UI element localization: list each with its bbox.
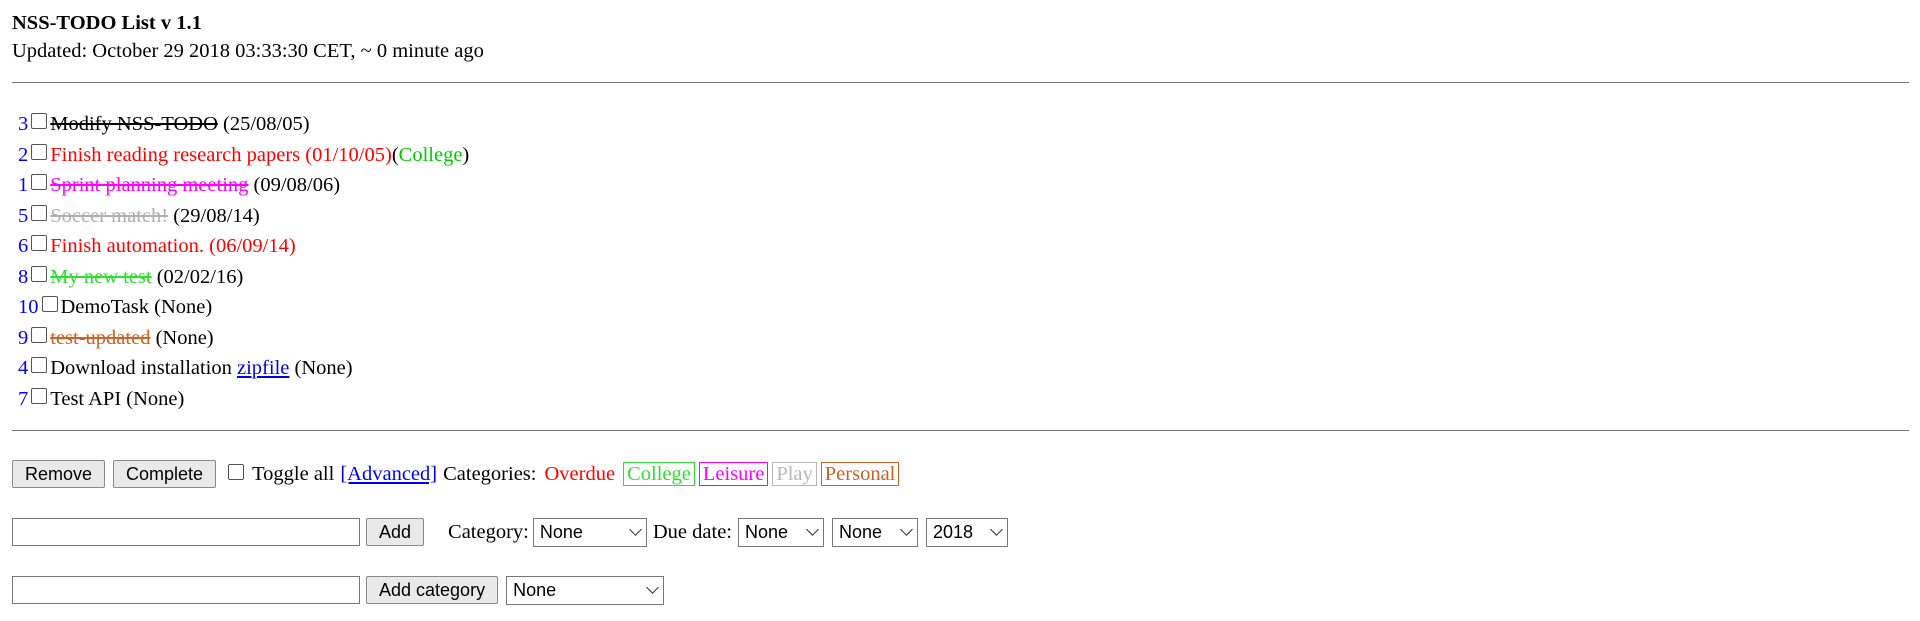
chevron-down-icon <box>629 523 642 536</box>
divider <box>12 430 1909 431</box>
task-number: 8 <box>18 265 29 288</box>
category-chip[interactable]: Personal <box>820 461 900 486</box>
add-category-button[interactable]: Add category <box>366 576 499 604</box>
year-select[interactable]: 2018 <box>926 517 1008 547</box>
year-select-value: 2018 <box>933 521 974 542</box>
task-row: 10 DemoTask (None) <box>12 292 1908 323</box>
task-number: 4 <box>18 357 29 379</box>
chevron-down-icon <box>646 581 659 594</box>
remove-button[interactable]: Remove <box>12 460 106 488</box>
task-text: Download installation <box>50 357 232 379</box>
due-date-label: Due date: <box>652 520 732 543</box>
task-row: 6 Finish automation. (06/09/14) <box>12 231 1908 262</box>
task-date: (None) <box>126 387 185 410</box>
chevron-down-icon <box>900 523 913 536</box>
toggle-all-checkbox[interactable] <box>228 464 245 480</box>
categories-label: Categories: <box>443 462 537 485</box>
category-select-value: None <box>539 521 583 542</box>
task-checkbox[interactable] <box>31 357 48 374</box>
category-chip[interactable]: Leisure <box>698 461 769 486</box>
task-checkbox[interactable] <box>31 174 48 191</box>
day-select[interactable]: None <box>738 517 824 547</box>
task-number: 6 <box>18 235 29 257</box>
task-text: Soccer match! <box>50 204 169 227</box>
task-input[interactable] <box>12 518 360 546</box>
task-date: (02/02/16) <box>156 265 244 288</box>
task-text: test-updated <box>50 326 151 349</box>
task-row: 9 test-updated (None) <box>12 323 1908 354</box>
paren: ) <box>462 143 470 166</box>
task-category: College <box>398 143 463 166</box>
add-button[interactable]: Add <box>366 518 425 546</box>
task-date: (None) <box>294 357 353 379</box>
task-checkbox[interactable] <box>31 387 48 404</box>
task-row: 3 Modify NSS-TODO (25/08/05) <box>12 109 1908 140</box>
category-color-select-value: None <box>513 579 557 600</box>
task-checkbox[interactable] <box>41 296 58 313</box>
category-chip[interactable]: Play <box>772 461 817 486</box>
task-text: My new test <box>50 265 152 288</box>
updated-text: Updated: October 29 2018 03:33:30 CET, ~… <box>12 40 484 62</box>
task-number: 3 <box>18 113 29 135</box>
toggle-all-label: Toggle all <box>252 462 335 485</box>
paren: ( <box>391 143 399 166</box>
add-task-row: Add Category: None Due date: None None 2… <box>12 517 1908 547</box>
category-name-input[interactable] <box>12 576 360 604</box>
divider <box>12 82 1909 83</box>
complete-button[interactable]: Complete <box>113 460 217 488</box>
task-list: 3 Modify NSS-TODO (25/08/05) 2 Finish readi… <box>12 109 1908 414</box>
category-chip[interactable]: College <box>623 461 695 486</box>
task-text: Finish reading research papers <box>50 143 301 166</box>
category-label: Category: <box>448 520 529 543</box>
add-category-row: Add category None <box>12 575 1908 605</box>
task-date: (01/10/05) <box>305 143 392 166</box>
task-number: 10 <box>18 296 39 318</box>
page-title: NSS-TODO List v 1.1 <box>12 12 202 34</box>
controls-bar: Remove Complete Toggle all [Advanced] Ca… <box>12 459 1908 489</box>
task-checkbox[interactable] <box>31 143 48 160</box>
task-date: (None) <box>155 326 214 349</box>
task-date: (None) <box>154 296 213 318</box>
category-color-select[interactable]: None <box>506 575 665 605</box>
day-select-value: None <box>745 521 789 542</box>
month-select-value: None <box>839 521 883 542</box>
task-number: 1 <box>18 174 29 196</box>
task-row: 4 Download installation zipfile (None) <box>12 353 1908 384</box>
task-text: DemoTask <box>60 296 150 318</box>
task-text: Finish automation. <box>50 235 204 257</box>
task-number: 7 <box>18 387 29 410</box>
task-number: 2 <box>18 143 29 166</box>
task-checkbox[interactable] <box>31 204 48 221</box>
task-text: Sprint planning meeting <box>50 174 249 196</box>
task-row: 5 Soccer match! (29/08/14) <box>12 201 1908 232</box>
category-overdue[interactable]: Overdue <box>544 463 615 486</box>
task-date: (09/08/06) <box>253 174 341 196</box>
task-checkbox[interactable] <box>31 235 48 252</box>
task-date: (29/08/14) <box>173 204 260 227</box>
task-text: Modify NSS-TODO <box>50 113 218 135</box>
chevron-down-icon <box>990 523 1003 536</box>
task-text: Test API <box>50 387 122 410</box>
task-row: 8 My new test (02/02/16) <box>12 262 1908 293</box>
month-select[interactable]: None <box>832 517 918 547</box>
page: NSS-TODO List v 1.1 Updated: October 29 … <box>0 0 1920 605</box>
category-list: College Leisure Play Personal <box>619 461 900 487</box>
task-number: 9 <box>18 326 29 349</box>
task-date: (25/08/05) <box>223 113 310 135</box>
task-checkbox[interactable] <box>31 326 48 343</box>
task-checkbox[interactable] <box>31 265 48 282</box>
advanced-link[interactable]: [Advanced] <box>340 463 437 486</box>
task-row: 1 Sprint planning meeting (09/08/06) <box>12 170 1908 201</box>
task-number: 5 <box>18 204 29 227</box>
task-row: 2 Finish reading research papers (01/10/0… <box>12 140 1908 171</box>
task-date: (06/09/14) <box>209 235 296 257</box>
task-link[interactable]: zipfile <box>237 353 289 384</box>
chevron-down-icon <box>806 523 819 536</box>
task-row: 7 Test API (None) <box>12 384 1908 415</box>
task-checkbox[interactable] <box>31 113 48 130</box>
category-select[interactable]: None <box>532 517 647 547</box>
